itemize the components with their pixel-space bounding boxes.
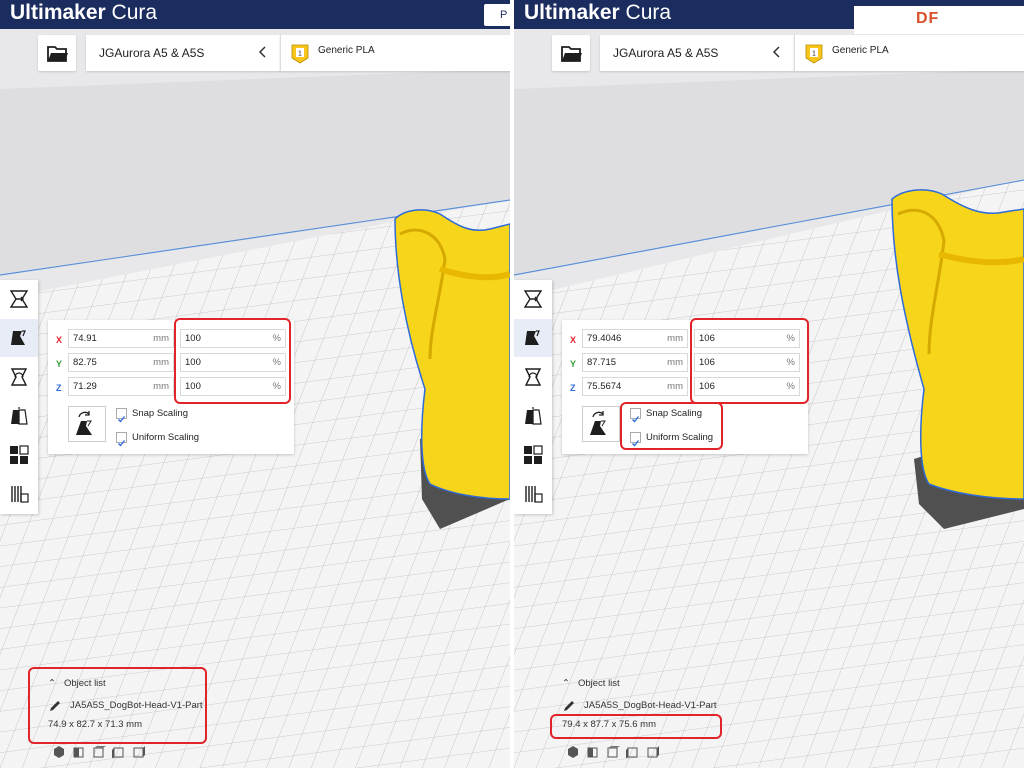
support-blocker-tool[interactable]	[0, 475, 38, 513]
check-icon	[118, 440, 126, 447]
per-model-settings-tool[interactable]	[0, 436, 38, 474]
view-left-icon[interactable]	[112, 747, 124, 758]
lay-flat-button[interactable]	[582, 406, 620, 442]
chevron-left-icon	[258, 46, 266, 58]
printer-selector[interactable]: JGAurora A5 & A5S	[86, 35, 280, 71]
material-selector[interactable]: 1 Generic PLA	[280, 35, 510, 71]
view-right-icon[interactable]	[647, 746, 659, 758]
view-front-icon[interactable]	[587, 747, 598, 758]
tool-sidebar	[514, 280, 552, 514]
mirror-icon	[525, 407, 542, 425]
object-list-toggle[interactable]: ⌃ Object list	[562, 678, 620, 689]
view-top-icon[interactable]	[93, 746, 106, 758]
svg-text:1: 1	[812, 51, 816, 58]
axis-y-label: Y	[570, 359, 577, 369]
app-header-bar: Ultimaker Cura P	[0, 0, 510, 29]
move-icon	[9, 290, 29, 308]
open-file-button[interactable]	[38, 35, 76, 71]
axis-z-label: Z	[56, 383, 62, 393]
rotate-tool[interactable]	[514, 358, 552, 396]
view-left-icon[interactable]	[626, 747, 638, 758]
material-name: Generic PLA	[318, 45, 375, 56]
highlight-percent-fields	[174, 318, 291, 404]
z-size-input[interactable]: 75.5674 mm	[582, 377, 688, 396]
chevron-up-icon: ⌃	[562, 678, 570, 689]
uniform-scaling-label: Uniform Scaling	[132, 432, 200, 443]
scale-icon	[11, 330, 26, 345]
scale-icon	[525, 330, 540, 345]
app-title: Ultimaker Cura	[10, 1, 158, 24]
z-size-input[interactable]: 71.29 mm	[68, 377, 174, 396]
view-front-icon[interactable]	[73, 747, 84, 758]
folder-icon	[47, 46, 68, 62]
mirror-tool[interactable]	[514, 397, 552, 435]
uniform-scaling-checkbox[interactable]	[116, 432, 127, 447]
view-3d-icon[interactable]	[568, 746, 578, 758]
view-top-icon[interactable]	[607, 746, 620, 758]
df-logo: DF	[916, 10, 940, 27]
move-tool[interactable]	[0, 280, 38, 318]
move-icon	[523, 290, 543, 308]
support-blocker-icon	[525, 486, 543, 503]
rotate-tool[interactable]	[0, 358, 38, 396]
pencil-icon	[564, 701, 574, 711]
y-size-input[interactable]: 87.715 mm	[582, 353, 688, 372]
highlight-object-info	[28, 667, 207, 744]
scale-tool[interactable]	[0, 319, 38, 357]
header-tab-button[interactable]: P	[484, 4, 510, 26]
highlight-scaling-options	[620, 402, 723, 450]
lay-flat-icon	[590, 411, 606, 435]
extruder-badge-icon: 1	[291, 44, 309, 64]
extruder-badge-icon: 1	[805, 44, 823, 64]
per-model-settings-tool[interactable]	[514, 436, 552, 474]
watermark-logo: DF	[854, 6, 1024, 34]
left-screenshot-panel: Ultimaker Cura P JGAurora A5 & A5S 1 Gen…	[0, 0, 510, 768]
camera-view-buttons	[54, 746, 145, 758]
lay-flat-icon	[76, 411, 92, 435]
axis-x-label: X	[570, 335, 577, 345]
scale-tool[interactable]	[514, 319, 552, 357]
y-size-input[interactable]: 82.75 mm	[68, 353, 174, 372]
view-right-icon[interactable]	[133, 746, 145, 758]
printer-selector[interactable]: JGAurora A5 & A5S	[600, 35, 794, 71]
x-size-input[interactable]: 79.4046 mm	[582, 329, 688, 348]
mirror-icon	[11, 407, 28, 425]
highlight-object-dimensions	[550, 714, 722, 739]
material-selector[interactable]: 1 Generic PLA	[794, 35, 1024, 71]
rotate-icon	[10, 368, 28, 386]
open-file-button[interactable]	[552, 35, 590, 71]
right-screenshot-panel: Ultimaker Cura DF JGAurora A5 & A5S 1 Ge…	[514, 0, 1024, 768]
camera-view-buttons	[568, 746, 659, 758]
snap-scaling-label: Snap Scaling	[132, 408, 188, 419]
folder-icon	[561, 46, 582, 62]
axis-z-label: Z	[570, 383, 576, 393]
rotate-icon	[524, 368, 542, 386]
lay-flat-button[interactable]	[68, 406, 106, 442]
snap-scaling-checkbox[interactable]	[116, 408, 127, 423]
x-size-input[interactable]: 74.91 mm	[68, 329, 174, 348]
per-model-settings-icon	[524, 445, 543, 464]
check-icon	[118, 416, 126, 423]
view-3d-icon[interactable]	[54, 746, 64, 758]
app-title: Ultimaker Cura	[524, 1, 672, 24]
move-tool[interactable]	[514, 280, 552, 318]
support-blocker-tool[interactable]	[514, 475, 552, 513]
mirror-tool[interactable]	[0, 397, 38, 435]
tool-sidebar	[0, 280, 38, 514]
axis-x-label: X	[56, 335, 63, 345]
printer-name: JGAurora A5 & A5S	[99, 46, 205, 60]
printer-name: JGAurora A5 & A5S	[613, 46, 719, 60]
chevron-left-icon	[772, 46, 780, 58]
axis-y-label: Y	[56, 359, 63, 369]
svg-text:1: 1	[298, 51, 302, 58]
per-model-settings-icon	[10, 445, 29, 464]
material-name: Generic PLA	[832, 45, 889, 56]
highlight-percent-fields	[690, 318, 809, 404]
object-file-name: JA5A5S_DogBot-Head-V1-Part	[584, 700, 717, 711]
support-blocker-icon	[11, 486, 29, 503]
